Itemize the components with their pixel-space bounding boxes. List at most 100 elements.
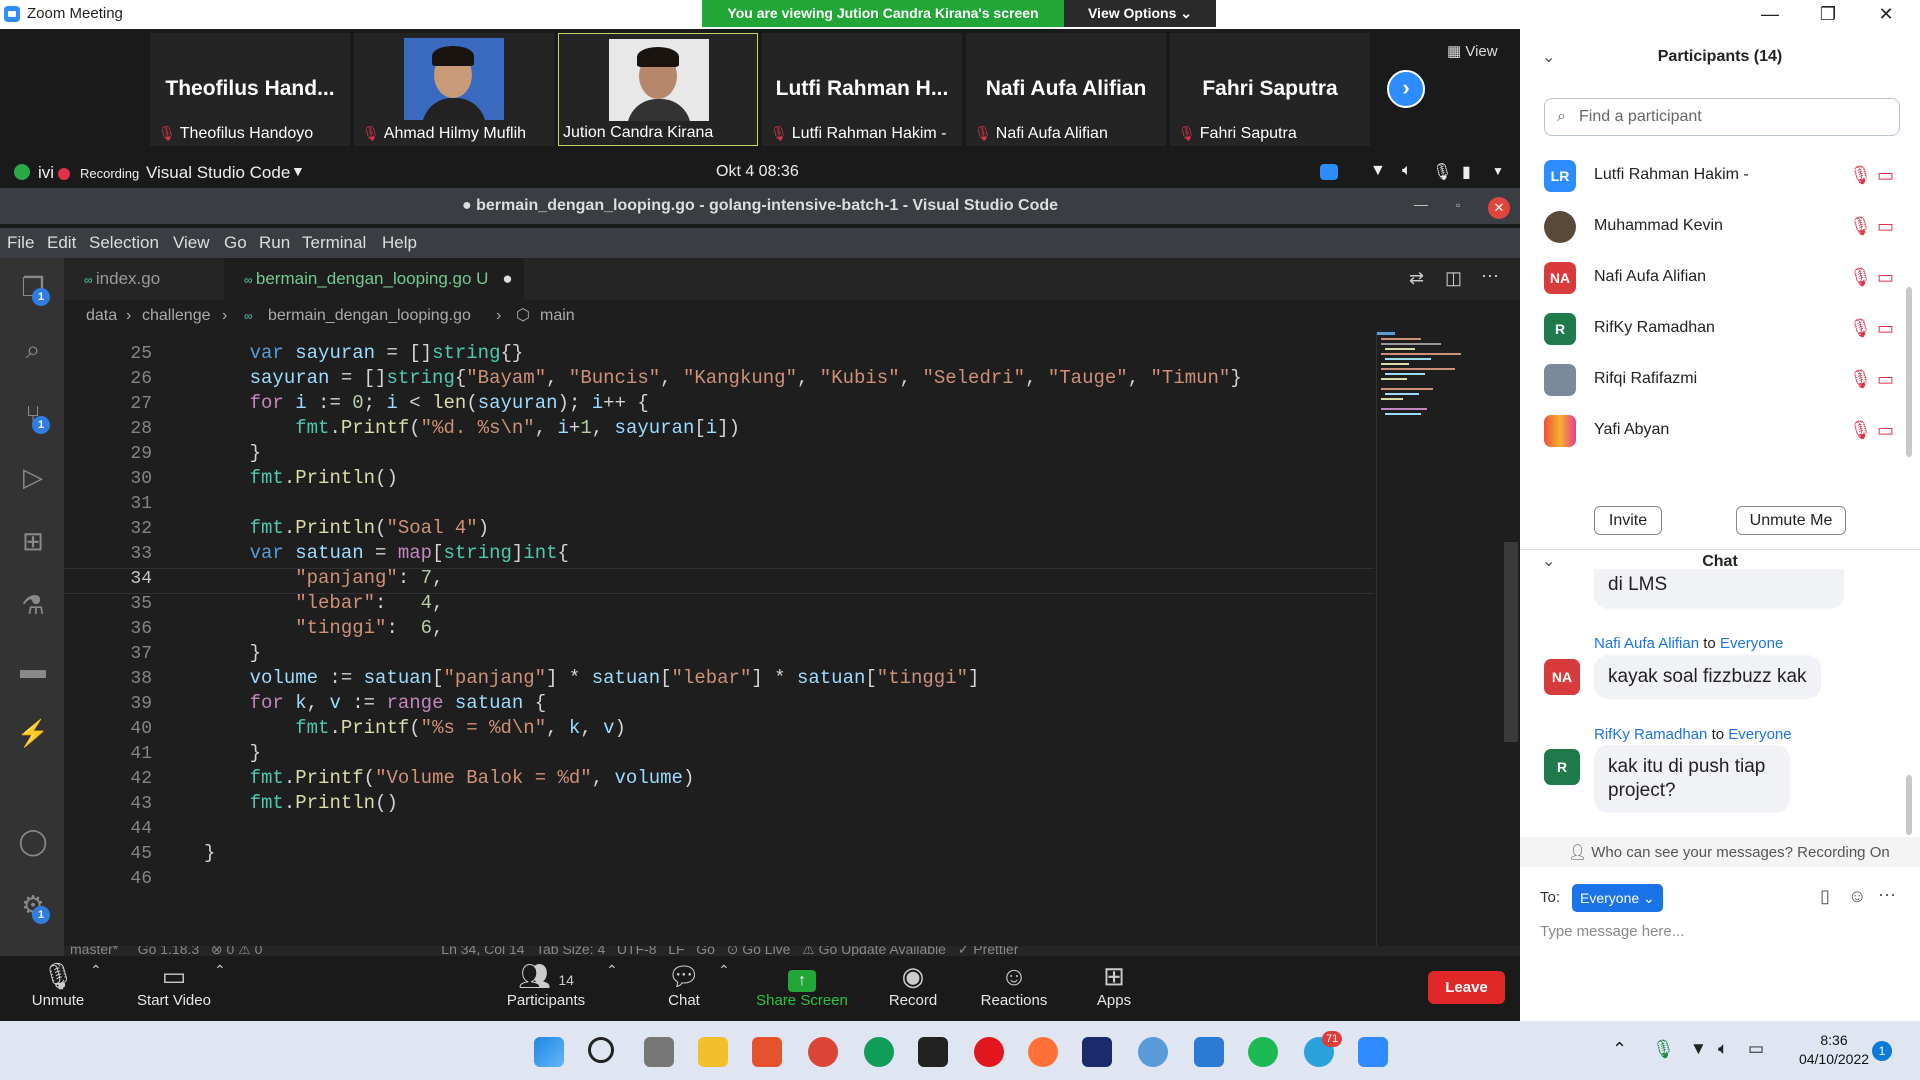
sender-name[interactable]: Nafi Aufa Alifian xyxy=(1594,635,1699,652)
line-number: 35 xyxy=(130,594,152,614)
clock-time: 8:36 xyxy=(1820,1032,1848,1048)
extensions-icon[interactable]: ⊞ xyxy=(16,524,50,558)
chrome-icon[interactable] xyxy=(808,1037,838,1067)
participant-row[interactable]: Yafi Abyan 🎙︎ ▭ xyxy=(1544,406,1904,456)
firefox-icon[interactable] xyxy=(1028,1037,1058,1067)
battery-icon[interactable]: ▭ xyxy=(1748,1039,1764,1059)
apps-button[interactable]: ⊞ Apps xyxy=(1088,956,1140,1021)
participant-tile[interactable]: 🎙︎ Ahmad Hilmy Muflih xyxy=(354,33,554,146)
next-page-arrow-icon[interactable]: › xyxy=(1387,70,1425,108)
participant-tile[interactable]: Fahri Saputra 🎙︎ Fahri Saputra xyxy=(1170,33,1370,146)
file-icon[interactable]: ▯ xyxy=(1820,886,1830,907)
split-editor-icon[interactable]: ◫ xyxy=(1445,268,1462,289)
testing-icon[interactable]: ⚗ xyxy=(16,588,50,622)
hots-app-icon[interactable] xyxy=(1082,1037,1112,1067)
view-button[interactable]: ▦ View xyxy=(1447,42,1498,60)
emoji-icon[interactable]: ☺ xyxy=(1848,886,1866,907)
menu-terminal[interactable]: Terminal xyxy=(302,233,366,253)
participant-tile[interactable]: Nafi Aufa Alifian 🎙︎ Nafi Aufa Alifian xyxy=(966,33,1166,146)
more-actions-icon[interactable]: ⋯ xyxy=(1481,266,1499,287)
volume-icon[interactable]: 🔈︎ xyxy=(1718,1039,1728,1059)
avatar: NA xyxy=(1544,262,1576,294)
participant-row[interactable]: R RifKy Ramadhan 🎙︎ ▭ xyxy=(1544,304,1904,354)
browser-icon[interactable] xyxy=(1138,1037,1168,1067)
unmute-button[interactable]: 🎙︎ Unmute xyxy=(22,956,94,1021)
unsaved-dot-icon[interactable]: ● xyxy=(502,269,512,288)
docker-icon[interactable]: ▬ xyxy=(16,652,50,686)
participant-row[interactable]: Rifqi Rafifazmi 🎙︎ ▭ xyxy=(1544,355,1904,405)
unmute-me-button[interactable]: Unmute Me xyxy=(1736,506,1846,535)
taskbar-clock[interactable]: 8:36 04/10/2022 xyxy=(1788,1031,1880,1069)
compare-changes-icon[interactable]: ⇄ xyxy=(1409,268,1424,289)
chat-button[interactable]: 💬︎ Chat xyxy=(654,956,714,1021)
run-debug-icon[interactable]: ▷ xyxy=(16,460,50,494)
menu-run[interactable]: Run xyxy=(259,233,290,253)
participant-row[interactable]: Muhammad Kevin 🎙︎ ▭ xyxy=(1544,202,1904,252)
search-icon[interactable]: ⌕ xyxy=(16,332,50,366)
chevron-up-icon[interactable]: ⌃ xyxy=(1612,1039,1627,1060)
privacy-notice[interactable]: 👤︎ Who can see your messages? Recording … xyxy=(1568,843,1890,861)
live-share-icon[interactable]: ⚡ xyxy=(16,716,50,750)
spotify-icon[interactable] xyxy=(1248,1037,1278,1067)
chat-scrollbar[interactable] xyxy=(1906,775,1912,835)
caret-up-icon[interactable]: ⌃ xyxy=(90,962,102,979)
participant-row[interactable]: NA Nafi Aufa Alifian 🎙︎ ▭ xyxy=(1544,253,1904,303)
menu-go[interactable]: Go xyxy=(224,233,247,253)
leave-button[interactable]: Leave xyxy=(1428,971,1505,1004)
chrome-profile-icon[interactable] xyxy=(864,1037,894,1067)
tab-index-go[interactable]: ∞ index.go xyxy=(64,258,224,300)
chat-message-input[interactable]: Type message here... xyxy=(1540,923,1684,940)
invite-button[interactable]: Invite xyxy=(1594,506,1662,535)
notepad-icon[interactable] xyxy=(1194,1037,1224,1067)
menu-selection[interactable]: Selection xyxy=(89,233,159,253)
breadcrumb-item[interactable]: data xyxy=(86,300,117,332)
recipient-dropdown[interactable]: Everyone ⌄ xyxy=(1572,884,1663,912)
participants-scrollbar[interactable] xyxy=(1906,287,1912,457)
code-editor[interactable]: 25 26 27 28 29 30 31 32 33 34 35 36 37 38 39 40 41 42 43 44… xyxy=(64,332,1520,946)
participant-row[interactable]: LR Lutfi Rahman Hakim - 🎙︎ ▭ xyxy=(1544,151,1904,201)
participant-search-input[interactable]: ⌕ Find a participant xyxy=(1544,98,1900,136)
task-view-icon[interactable] xyxy=(644,1037,674,1067)
zoom-taskbar-icon[interactable] xyxy=(1358,1037,1388,1067)
sender-name[interactable]: RifKy Ramadhan xyxy=(1594,726,1707,743)
reactions-button[interactable]: ☺ Reactions xyxy=(972,956,1056,1021)
more-icon[interactable]: ⋯ xyxy=(1878,885,1896,906)
search-icon[interactable] xyxy=(588,1037,614,1063)
view-options-button[interactable]: View Options ⌄ xyxy=(1064,0,1216,27)
opera-icon[interactable] xyxy=(974,1037,1004,1067)
file-explorer-icon[interactable] xyxy=(698,1037,728,1067)
menu-help[interactable]: Help xyxy=(382,233,417,253)
account-icon[interactable]: ◯ xyxy=(16,824,50,858)
menu-view[interactable]: View xyxy=(173,233,210,253)
share-screen-button[interactable]: ↑ Share Screen xyxy=(752,956,852,1021)
vscode-minimize-icon[interactable]: — xyxy=(1414,196,1428,212)
clock-label: Okt 4 08:36 xyxy=(716,163,799,180)
caret-up-icon[interactable]: ⌃ xyxy=(214,962,226,979)
participants-button[interactable]: 👥︎ 14 Participants xyxy=(502,956,590,1021)
breadcrumb-item[interactable]: main xyxy=(540,300,575,332)
participant-tile-active-speaker[interactable]: Jution Candra Kirana xyxy=(558,33,758,146)
caret-up-icon[interactable]: ⌃ xyxy=(718,962,730,979)
wifi-icon[interactable]: ▼ xyxy=(1690,1039,1707,1059)
participant-tile[interactable]: Lutfi Rahman H... 🎙︎ Lutfi Rahman Hakim - xyxy=(762,33,962,146)
windows-start-icon[interactable] xyxy=(534,1037,564,1067)
minimize-icon[interactable]: — xyxy=(1742,0,1798,29)
mic-icon[interactable]: 🎙︎ xyxy=(1652,1039,1675,1060)
vscode-restore-icon[interactable]: ▫ xyxy=(1456,198,1460,212)
menu-file[interactable]: File xyxy=(7,233,34,253)
start-video-button[interactable]: ▭ Start Video xyxy=(130,956,218,1021)
slides-app-icon[interactable] xyxy=(752,1037,782,1067)
tab-bermain-dengan-looping[interactable]: ∞ bermain_dengan_looping.go U ● xyxy=(224,258,524,300)
record-button[interactable]: ◉ Record xyxy=(878,956,948,1021)
breadcrumb-item[interactable]: bermain_dengan_looping.go xyxy=(268,300,471,332)
restore-icon[interactable]: ❐ xyxy=(1800,0,1856,29)
vscode-close-icon[interactable]: ✕ xyxy=(1488,197,1510,219)
terminal-icon[interactable] xyxy=(918,1037,948,1067)
close-icon[interactable]: ✕ xyxy=(1858,0,1914,29)
minimap[interactable] xyxy=(1375,332,1475,432)
caret-up-icon[interactable]: ⌃ xyxy=(606,962,618,979)
editor-scrollbar[interactable] xyxy=(1504,542,1518,742)
breadcrumb-item[interactable]: challenge xyxy=(142,300,211,332)
menu-edit[interactable]: Edit xyxy=(47,233,76,253)
participant-tile[interactable]: Theofilus Hand... 🎙︎ Theofilus Handoyo xyxy=(150,33,350,146)
